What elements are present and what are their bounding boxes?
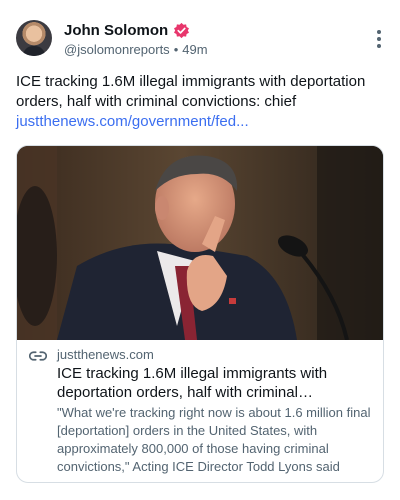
post-body: ICE tracking 1.6M illegal immigrants wit… [16, 72, 384, 132]
post-text: ICE tracking 1.6M illegal immigrants wit… [16, 73, 366, 110]
verified-badge-icon [174, 22, 190, 38]
more-dot-icon [377, 44, 381, 48]
card-body[interactable]: justthenews.com ICE tracking 1.6M illega… [17, 340, 383, 482]
more-options-button[interactable] [372, 30, 386, 48]
card-title[interactable]: ICE tracking 1.6M illegal immigrants wit… [57, 364, 375, 402]
post-link[interactable]: justthenews.com/government/fed... [16, 112, 384, 132]
more-dot-icon [377, 30, 381, 34]
handle-line: @jsolomonreports • 49m [64, 42, 208, 57]
post-header: John Solomon @jsolomonreports • 49m [16, 17, 386, 59]
link-preview-card[interactable]: justthenews.com ICE tracking 1.6M illega… [16, 145, 384, 483]
display-name[interactable]: John Solomon [64, 22, 168, 39]
user-handle[interactable]: @jsolomonreports [64, 42, 170, 57]
preview-photo-icon [17, 146, 383, 340]
avatar[interactable] [16, 20, 52, 56]
post-time[interactable]: 49m [182, 42, 207, 57]
card-description: "What we're tracking right now is about … [57, 405, 371, 474]
card-domain: justthenews.com [57, 347, 154, 362]
link-icon [29, 351, 47, 361]
card-image[interactable] [17, 146, 383, 340]
name-line: John Solomon [64, 20, 190, 40]
more-dot-icon [377, 37, 381, 41]
meta-separator: • [173, 42, 179, 57]
